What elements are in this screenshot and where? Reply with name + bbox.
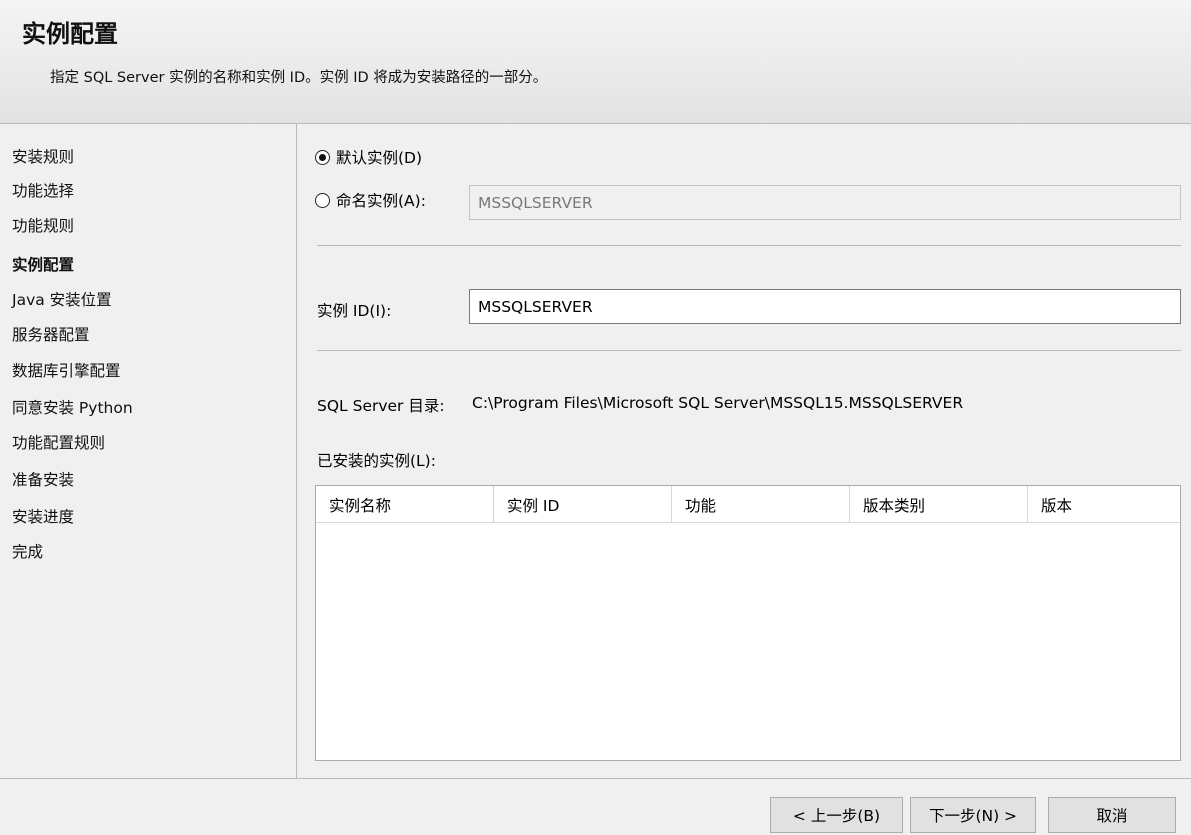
page-description: 指定 SQL Server 实例的名称和实例 ID。实例 ID 将成为安装路径的… (50, 70, 548, 86)
installed-instances-table[interactable]: 实例名称 实例 ID 功能 版本类别 版本 (315, 485, 1181, 761)
step-feature-configuration-rules[interactable]: 功能配置规则 (12, 431, 105, 453)
instance-id-label: 实例 ID(I): (317, 302, 392, 320)
instance-id-input[interactable]: MSSQLSERVER (469, 289, 1181, 324)
step-python-consent[interactable]: 同意安装 Python (12, 396, 133, 418)
step-instance-configuration[interactable]: 实例配置 (12, 253, 74, 275)
step-database-engine-configuration[interactable]: 数据库引擎配置 (12, 359, 121, 381)
sql-server-directory-value: C:\Program Files\Microsoft SQL Server\MS… (472, 394, 964, 412)
named-instance-label: 命名实例(A): (336, 192, 426, 210)
step-feature-rules[interactable]: 功能规则 (12, 214, 74, 236)
page-header: 实例配置 指定 SQL Server 实例的名称和实例 ID。实例 ID 将成为… (0, 0, 1191, 124)
column-version[interactable]: 版本 (1028, 486, 1180, 522)
column-instance-id[interactable]: 实例 ID (494, 486, 672, 522)
instance-configuration-panel: 默认实例(D) 命名实例(A): MSSQLSERVER 实例 ID(I): M… (297, 124, 1191, 778)
installed-instances-label: 已安装的实例(L): (317, 452, 436, 470)
default-instance-option[interactable]: 默认实例(D) (315, 146, 422, 168)
step-install-rules[interactable]: 安装规则 (12, 145, 74, 167)
separator (317, 350, 1181, 351)
named-instance-radio[interactable] (315, 192, 330, 208)
step-feature-selection[interactable]: 功能选择 (12, 179, 74, 201)
table-header: 实例名称 实例 ID 功能 版本类别 版本 (316, 486, 1180, 523)
separator (317, 245, 1181, 246)
default-instance-radio[interactable] (315, 149, 330, 165)
step-complete[interactable]: 完成 (12, 540, 43, 562)
column-edition[interactable]: 版本类别 (850, 486, 1028, 522)
cancel-button[interactable]: 取消 (1048, 797, 1176, 833)
step-ready-to-install[interactable]: 准备安装 (12, 468, 74, 490)
sql-server-directory-label: SQL Server 目录: (317, 397, 445, 415)
named-instance-option[interactable]: 命名实例(A): (315, 189, 426, 211)
wizard-steps-sidebar: 安装规则 功能选择 功能规则 实例配置 Java 安装位置 服务器配置 数据库引… (0, 124, 297, 778)
back-button[interactable]: < 上一步(B) (770, 797, 903, 833)
wizard-footer: < 上一步(B) 下一步(N) > 取消 (0, 778, 1191, 835)
named-instance-input[interactable]: MSSQLSERVER (469, 185, 1181, 220)
next-button[interactable]: 下一步(N) > (910, 797, 1036, 833)
column-instance-name[interactable]: 实例名称 (316, 486, 494, 522)
column-features[interactable]: 功能 (672, 486, 850, 522)
page-title: 实例配置 (22, 20, 118, 48)
step-installation-progress[interactable]: 安装进度 (12, 505, 74, 527)
default-instance-label: 默认实例(D) (336, 149, 423, 167)
step-java-install-location[interactable]: Java 安装位置 (12, 288, 112, 310)
step-server-configuration[interactable]: 服务器配置 (12, 323, 90, 345)
